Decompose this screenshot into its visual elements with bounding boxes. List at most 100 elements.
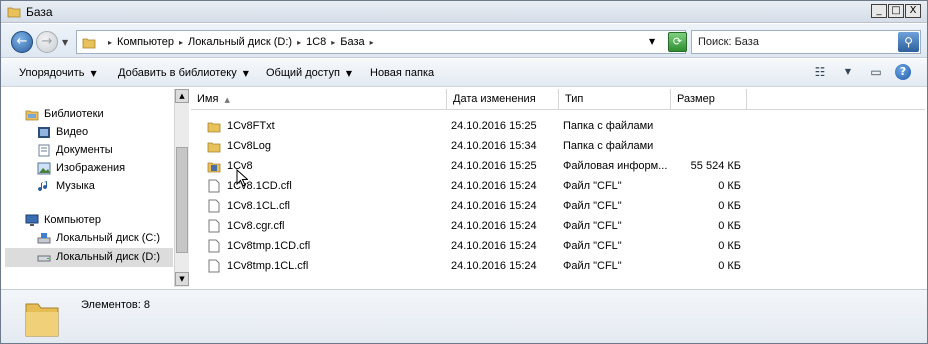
table-row[interactable]: 1Cv8tmp.1CD.cfl 24.10.2016 15:24 Файл "C…	[191, 236, 925, 256]
organize-button[interactable]: Упорядочить ▼	[19, 67, 97, 79]
column-header-label: Размер	[677, 93, 715, 105]
navigation-pane: Библиотеки Видео Документы Изображения М…	[5, 89, 189, 287]
column-header-size[interactable]: Размер	[671, 89, 747, 109]
help-icon[interactable]: ?	[895, 64, 911, 80]
breadcrumb-computer[interactable]: Компьютер	[117, 36, 174, 49]
nav-label: Музыка	[56, 180, 95, 192]
preview-pane-icon[interactable]: ▭	[867, 64, 885, 80]
forward-button[interactable]: →	[36, 31, 58, 53]
system-drive-icon	[37, 232, 51, 244]
nav-item-libraries[interactable]: Библиотеки	[25, 106, 104, 123]
nav-label: Видео	[56, 126, 89, 138]
chevron-right-icon[interactable]: ▸	[297, 36, 301, 49]
details-pane: Элементов: 8	[1, 289, 927, 343]
search-icon[interactable]: ⚲	[898, 32, 919, 52]
table-row[interactable]: 1Cv8FTxt 24.10.2016 15:25 Папка с файлам…	[191, 116, 925, 136]
minimize-button[interactable]: _	[871, 4, 887, 18]
file-size: 0 КБ	[718, 180, 741, 192]
nav-item-images[interactable]: Изображения	[37, 160, 125, 177]
chevron-down-icon: ▼	[90, 69, 97, 78]
refresh-button[interactable]: ⟳	[668, 32, 687, 52]
database-file-icon	[207, 162, 221, 173]
nav-item-video[interactable]: Видео	[37, 124, 88, 141]
view-dropdown-icon[interactable]: ▼	[839, 64, 857, 80]
nav-scrollbar[interactable]: ▲ ▼	[174, 89, 189, 287]
folder-icon	[207, 142, 221, 153]
video-icon	[38, 126, 50, 138]
computer-icon	[25, 214, 39, 226]
explorer-window: База _ □ X ← → ▼ ▸ Компьютер ▸ Локальный…	[0, 0, 928, 344]
table-row[interactable]: 1Cv8.1CD.cfl 24.10.2016 15:24 Файл "CFL"…	[191, 176, 925, 196]
column-header-label: Имя	[197, 93, 219, 105]
command-bar: Упорядочить ▼ Добавить в библиотеку ▼ Общи…	[1, 59, 927, 87]
file-size: 55 524 КБ	[690, 160, 741, 172]
add-to-library-label: Добавить в библиотеку	[118, 67, 237, 79]
column-header-date[interactable]: Дата изменения	[447, 89, 559, 109]
table-row[interactable]: 1Cv8tmp.1CL.cfl 24.10.2016 15:24 Файл "C…	[191, 256, 925, 276]
recent-pages-dropdown-icon[interactable]: ▼	[62, 38, 68, 47]
chevron-right-icon[interactable]: ▸	[108, 36, 112, 49]
scroll-thumb[interactable]	[176, 147, 188, 253]
chevron-right-icon[interactable]: ▸	[331, 36, 335, 49]
chevron-down-icon: ▼	[345, 69, 353, 78]
address-dropdown-icon[interactable]: ▼	[649, 37, 655, 46]
search-input[interactable]: Поиск: База ⚲	[691, 30, 921, 54]
file-icon	[208, 219, 220, 233]
documents-icon	[38, 144, 50, 157]
music-icon	[38, 180, 48, 191]
table-row[interactable]: 1Cv8.cgr.cfl 24.10.2016 15:24 Файл "CFL"…	[191, 216, 925, 236]
organize-label: Упорядочить	[19, 67, 85, 79]
nav-item-drive-d[interactable]: Локальный диск (D:)	[37, 249, 160, 266]
nav-label: Локальный диск (C:)	[56, 232, 161, 244]
file-name: 1Cv8tmp.1CD.cfl	[227, 240, 311, 252]
drive-icon	[37, 255, 51, 262]
file-list: Имя ▲ Дата изменения Тип Размер 1Cv8FTxt …	[191, 89, 925, 287]
nav-label: Локальный диск (D:)	[56, 251, 161, 263]
chevron-down-icon: ▼	[242, 69, 249, 78]
file-type: Папка с файлами	[563, 120, 654, 132]
file-name: 1Cv8.1CL.cfl	[227, 200, 290, 212]
libraries-icon	[25, 110, 39, 120]
column-header-type[interactable]: Тип	[559, 89, 671, 109]
file-type: Файловая информ...	[563, 160, 668, 172]
close-button[interactable]: X	[905, 4, 921, 18]
chevron-right-icon[interactable]: ▸	[179, 36, 183, 49]
maximize-button[interactable]: □	[888, 4, 904, 18]
view-mode-icon[interactable]: ☷	[811, 64, 829, 80]
file-date: 24.10.2016 15:24	[451, 200, 537, 212]
nav-item-documents[interactable]: Документы	[37, 142, 113, 159]
title-bar[interactable]: База _ □ X	[1, 1, 927, 23]
nav-item-music[interactable]: Музыка	[37, 178, 95, 195]
table-row[interactable]: 1Cv8.1CL.cfl 24.10.2016 15:24 Файл "CFL"…	[191, 196, 925, 216]
file-date: 24.10.2016 15:25	[451, 160, 537, 172]
new-folder-label: Новая папка	[370, 67, 435, 79]
nav-label: Библиотеки	[44, 108, 104, 120]
file-icon	[208, 199, 220, 213]
share-button[interactable]: Общий доступ ▼	[266, 67, 352, 79]
scroll-down-icon[interactable]: ▼	[175, 272, 189, 286]
column-header-label: Тип	[565, 93, 584, 105]
scroll-up-icon[interactable]: ▲	[175, 89, 189, 103]
breadcrumb: ▸ Компьютер ▸ Локальный диск (D:) ▸ 1C8 …	[103, 36, 379, 49]
column-header-name[interactable]: Имя ▲	[191, 89, 447, 109]
column-header-label: Дата изменения	[453, 93, 536, 105]
nav-item-drive-c[interactable]: Локальный диск (C:)	[37, 230, 160, 247]
breadcrumb-1c8[interactable]: 1C8	[306, 36, 326, 49]
address-field[interactable]: ▸ Компьютер ▸ Локальный диск (D:) ▸ 1C8 …	[76, 30, 687, 54]
items-count: Элементов: 8	[81, 299, 150, 311]
chevron-right-icon[interactable]: ▸	[370, 36, 374, 49]
back-button[interactable]: ←	[11, 31, 33, 53]
file-date: 24.10.2016 15:24	[451, 260, 537, 272]
file-type: Папка с файлами	[563, 140, 654, 152]
table-row[interactable]: 1Cv8 24.10.2016 15:25 Файловая информ...…	[191, 156, 925, 176]
nav-item-computer[interactable]: Компьютер	[25, 212, 101, 229]
breadcrumb-drive-d[interactable]: Локальный диск (D:)	[188, 36, 292, 49]
file-size: 0 КБ	[718, 220, 741, 232]
table-row[interactable]: 1Cv8Log 24.10.2016 15:34 Папка с файлами	[191, 136, 925, 156]
file-date: 24.10.2016 15:25	[451, 120, 537, 132]
add-to-library-button[interactable]: Добавить в библиотеку ▼	[118, 67, 249, 79]
breadcrumb-baza[interactable]: База	[340, 36, 364, 49]
search-placeholder: Поиск: База	[698, 36, 759, 48]
new-folder-button[interactable]: Новая папка	[370, 67, 434, 79]
window-title: База	[26, 5, 53, 19]
